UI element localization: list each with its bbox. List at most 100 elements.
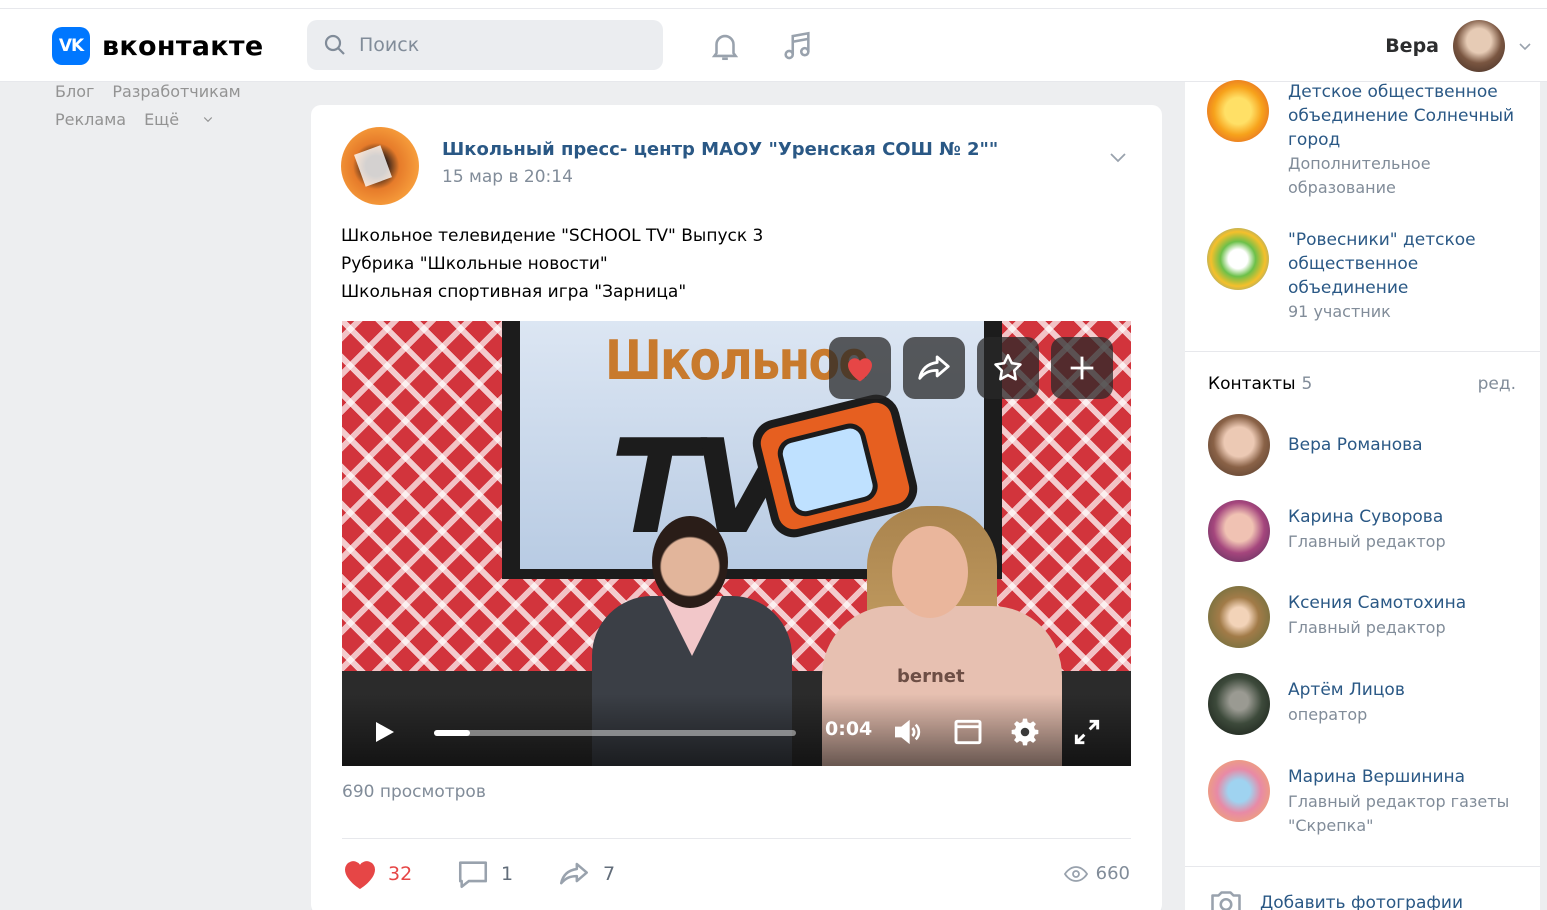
vk-logo-text: вконтакте xyxy=(102,30,264,62)
star-icon xyxy=(994,353,1022,381)
video-progress-bar[interactable] xyxy=(434,730,796,736)
post-divider xyxy=(342,838,1131,839)
contact-avatar xyxy=(1208,414,1270,476)
header: VK вконтакте Вера xyxy=(0,9,1547,82)
group-avatar xyxy=(1207,228,1269,290)
group-name[interactable]: Детское общественное объединение Солнечн… xyxy=(1288,80,1538,152)
volume-icon[interactable] xyxy=(891,716,923,748)
contact-item[interactable]: Вера Романова xyxy=(1208,414,1528,476)
post-date[interactable]: 15 мар в 20:14 xyxy=(442,167,573,187)
link-more[interactable]: Ещё xyxy=(144,110,214,129)
comment-button[interactable]: 1 xyxy=(455,857,513,891)
contact-name[interactable]: Карина Суворова xyxy=(1288,504,1528,530)
play-icon[interactable] xyxy=(374,720,396,744)
share-icon xyxy=(559,862,589,885)
chevron-down-icon[interactable] xyxy=(1106,145,1130,169)
bell-icon xyxy=(711,34,739,61)
post-text-line: Рубрика "Школьные новости" xyxy=(341,254,608,274)
video-share-button[interactable] xyxy=(903,337,965,399)
contact-name[interactable]: Марина Вершинина xyxy=(1288,764,1528,790)
fullscreen-icon[interactable] xyxy=(1071,716,1103,748)
contact-role: Главный редактор газеты "Скрепка" xyxy=(1288,792,1510,835)
miniplayer-icon[interactable] xyxy=(952,716,984,748)
vk-logo-icon: VK xyxy=(52,27,90,65)
contact-avatar xyxy=(1208,586,1270,648)
share-count: 7 xyxy=(603,863,616,885)
search-input[interactable] xyxy=(359,34,639,56)
sweatshirt-text: bernet xyxy=(897,666,965,687)
gear-icon[interactable] xyxy=(1009,716,1041,748)
notifications-button[interactable] xyxy=(706,27,744,65)
comment-icon xyxy=(458,861,488,889)
music-button[interactable] xyxy=(778,27,816,65)
post-author[interactable]: Школьный пресс- центр МАОУ "Уренская СОШ… xyxy=(442,139,998,160)
contact-role: Главный редактор xyxy=(1288,532,1446,551)
group-item[interactable]: "Ровесники" детское общественное объедин… xyxy=(1207,228,1538,324)
like-button[interactable]: 32 xyxy=(342,857,412,891)
video-controls: 0:04 xyxy=(342,694,1131,766)
contact-item[interactable]: Ксения Самотохина Главный редактор xyxy=(1208,586,1528,648)
user-avatar xyxy=(1453,20,1505,72)
video-like-button[interactable] xyxy=(829,337,891,399)
contacts-count: 5 xyxy=(1301,374,1313,394)
chevron-down-icon xyxy=(1519,43,1531,51)
vk-logo[interactable]: VK вконтакте xyxy=(52,27,263,65)
video-favorite-button[interactable] xyxy=(977,337,1039,399)
plus-icon xyxy=(1070,356,1094,380)
group-avatar xyxy=(1207,80,1269,142)
chevron-down-icon xyxy=(204,117,213,123)
link-ads[interactable]: Реклама xyxy=(55,110,126,129)
group-subtitle: 91 участник xyxy=(1288,302,1391,321)
video-add-button[interactable] xyxy=(1051,337,1113,399)
link-more-label: Ещё xyxy=(144,110,180,129)
comment-count: 1 xyxy=(501,863,514,885)
video-views: 690 просмотров xyxy=(342,782,486,802)
share-icon xyxy=(918,355,950,380)
search-box[interactable] xyxy=(307,20,663,70)
contacts-edit-link[interactable]: ред. xyxy=(1478,374,1516,394)
contact-name[interactable]: Вера Романова xyxy=(1288,432,1528,458)
add-photos-link[interactable]: Добавить фотографии xyxy=(1208,888,1463,910)
contact-role: оператор xyxy=(1288,705,1368,724)
share-button[interactable]: 7 xyxy=(555,857,615,891)
post-text: Школьное телевидение "SCHOOL TV" Выпуск … xyxy=(341,222,763,306)
post-card: Школьный пресс- центр МАОУ "Уренская СОШ… xyxy=(311,105,1162,910)
music-note-icon xyxy=(784,31,810,60)
top-strip xyxy=(0,0,1547,9)
contact-item[interactable]: Артём Лицов оператор xyxy=(1208,673,1528,735)
post-views-count: 660 xyxy=(1095,863,1130,884)
user-name: Вера xyxy=(1385,35,1439,57)
contacts-title[interactable]: Контакты 5 xyxy=(1208,374,1312,394)
video-actions xyxy=(829,337,1113,399)
contact-name[interactable]: Артём Лицов xyxy=(1288,677,1528,703)
link-blog[interactable]: Блог xyxy=(55,82,94,101)
user-menu[interactable]: Вера xyxy=(1385,20,1533,72)
video-player[interactable]: Школьное TV bernet 0:04 xyxy=(342,321,1131,766)
post-views: 660 xyxy=(1063,863,1130,884)
post-text-line: Школьная спортивная игра "Зарница" xyxy=(341,282,687,302)
contacts-title-label: Контакты xyxy=(1208,374,1296,394)
group-item[interactable]: Детское общественное объединение Солнечн… xyxy=(1207,80,1538,200)
link-developers[interactable]: Разработчикам xyxy=(112,82,240,101)
contact-avatar xyxy=(1208,673,1270,735)
video-progress-fill xyxy=(434,730,471,736)
camera-icon xyxy=(1211,891,1241,910)
contact-item[interactable]: Карина Суворова Главный редактор xyxy=(1208,500,1528,562)
heart-icon xyxy=(344,861,376,889)
right-sidebar: Детское общественное объединение Солнечн… xyxy=(1185,80,1540,910)
eye-icon xyxy=(1063,865,1088,882)
contact-name[interactable]: Ксения Самотохина xyxy=(1288,590,1528,616)
group-subtitle: Дополнительное образование xyxy=(1288,154,1431,197)
post-text-line: Школьное телевидение "SCHOOL TV" Выпуск … xyxy=(341,226,764,246)
add-photos-label: Добавить фотографии xyxy=(1260,893,1463,910)
contact-avatar xyxy=(1208,760,1270,822)
community-avatar[interactable] xyxy=(341,127,419,205)
search-icon xyxy=(324,34,345,55)
heart-icon xyxy=(848,358,872,382)
group-name[interactable]: "Ровесники" детское общественное объедин… xyxy=(1288,228,1538,300)
sidebar-divider xyxy=(1185,866,1540,867)
contact-item[interactable]: Марина Вершинина Главный редактор газеты … xyxy=(1208,760,1528,838)
contact-avatar xyxy=(1208,500,1270,562)
video-timecode: 0:04 xyxy=(825,718,873,740)
left-footer-links: Блог Разработчикам Реклама Ещё xyxy=(55,78,259,134)
